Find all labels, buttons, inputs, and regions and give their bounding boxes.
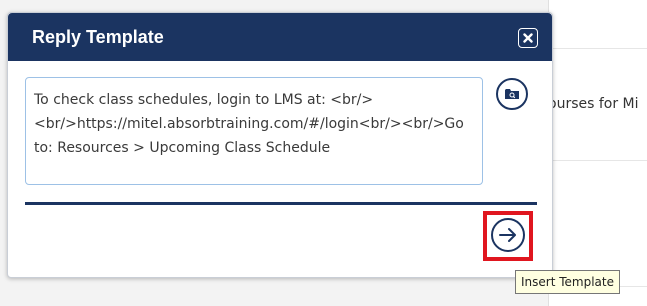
reply-template-dialog: Reply Template To check class schedules,… <box>7 12 553 278</box>
background-course-text: ourses for Mi <box>548 96 639 112</box>
insert-template-tooltip: Insert Template <box>515 270 620 294</box>
arrow-right-icon <box>499 228 516 242</box>
dialog-divider <box>25 202 537 205</box>
background-list-panel <box>548 0 647 306</box>
dialog-title: Reply Template <box>32 27 164 47</box>
folder-search-icon <box>505 89 519 99</box>
dialog-header: Reply Template <box>8 13 552 61</box>
close-button[interactable] <box>518 28 538 48</box>
preview-template-button[interactable] <box>496 78 528 110</box>
background-divider <box>548 160 647 161</box>
background-divider <box>548 48 647 49</box>
insert-template-button[interactable] <box>491 218 525 252</box>
template-text-field[interactable]: To check class schedules, login to LMS a… <box>25 77 483 185</box>
close-icon <box>523 33 533 43</box>
